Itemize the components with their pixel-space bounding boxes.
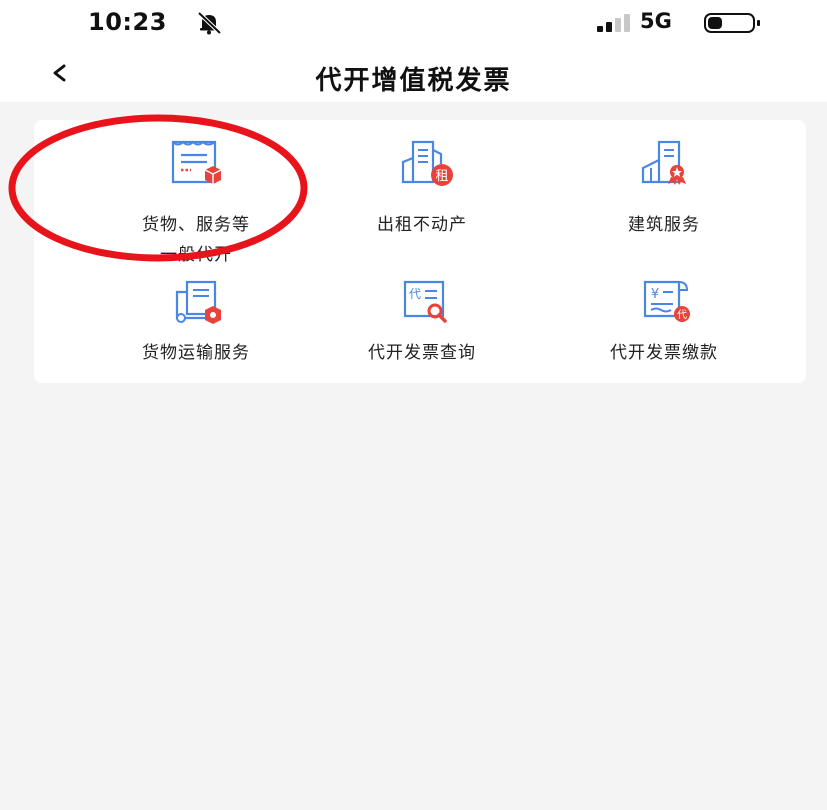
rental-badge: 租 <box>435 169 448 184</box>
service-label: 代开发票缴款 <box>610 343 718 363</box>
signal-icon <box>597 14 630 32</box>
network-type: 5G <box>640 9 672 33</box>
service-label: 出租不动产 <box>377 215 467 235</box>
invoice-query-icon: 代 <box>403 280 447 323</box>
yen-badge: ¥ <box>651 287 659 302</box>
battery-icon <box>704 13 760 33</box>
payment-badge: 代 <box>677 309 687 321</box>
service-tile-invoice-query[interactable]: 代 代开发票查询 <box>302 278 542 368</box>
service-tile-construction[interactable]: 建筑服务 <box>544 138 784 240</box>
service-label: 代开发票查询 <box>368 343 476 363</box>
service-label: 货物运输服务 <box>142 343 250 363</box>
service-label: 建筑服务 <box>628 215 700 235</box>
bell-off-icon <box>197 11 222 35</box>
top-bar: 10:23 5G 代开增值税发票 <box>0 0 827 102</box>
rental-property-icon: 租 <box>401 140 453 186</box>
service-label-line2: 一般代开 <box>160 245 232 265</box>
freight-transport-icon <box>175 280 221 324</box>
service-tile-freight[interactable]: 货物运输服务 <box>76 278 316 368</box>
building-service-icon <box>641 140 686 185</box>
service-card: 货物、服务等 一般代开 租 出租不动产 建筑服务 货物运输服务 代 代开发票查询… <box>34 120 806 383</box>
service-tile-rental-property[interactable]: 租 出租不动产 <box>302 138 542 240</box>
service-tile-general-invoice[interactable]: 货物、服务等 一般代开 <box>76 138 316 270</box>
invoice-payment-icon: ¥ 代 <box>643 280 690 322</box>
service-tile-invoice-payment[interactable]: ¥ 代 代开发票缴款 <box>544 278 784 368</box>
status-time: 10:23 <box>88 8 167 36</box>
page-title: 代开增值税发票 <box>315 66 512 96</box>
query-badge: 代 <box>409 287 421 301</box>
invoice-goods-icon <box>171 140 222 184</box>
service-label: 货物、服务等 <box>142 215 250 235</box>
